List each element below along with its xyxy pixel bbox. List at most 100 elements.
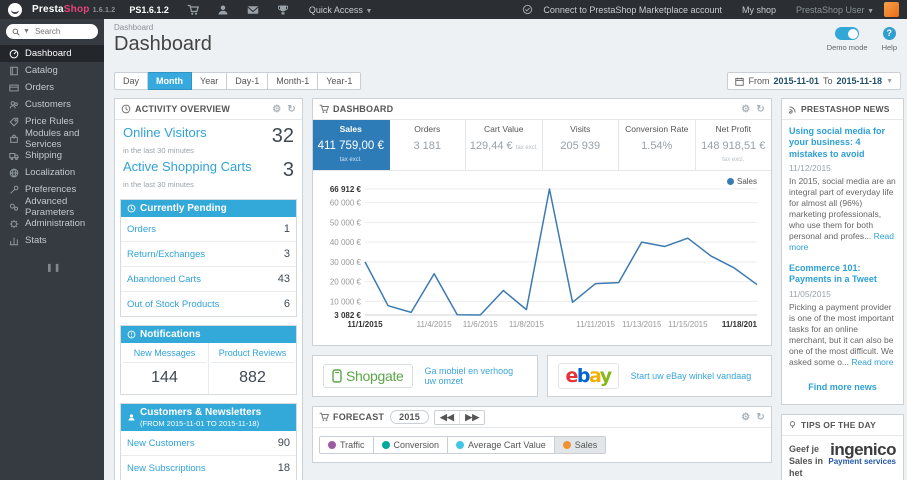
news-article: Ecommerce 101: Payments in a Tweet 11/05…: [789, 263, 896, 368]
sidebar-item-stats[interactable]: Stats: [0, 232, 104, 249]
sidebar-item-advanced-parameters[interactable]: Advanced Parameters: [0, 196, 104, 218]
sidebar-item-orders[interactable]: Orders: [0, 79, 104, 96]
date-range-toolbar: Day Month Year Day-1 Month-1 Year-1 From…: [114, 72, 901, 90]
svg-text:11/4/2015: 11/4/2015: [417, 320, 453, 329]
svg-text:50 000 €: 50 000 €: [330, 218, 362, 227]
forecast-year[interactable]: 2015: [390, 410, 429, 424]
forecast-conversion-button[interactable]: Conversion: [373, 436, 449, 454]
customer-icon: [128, 414, 135, 421]
dashboard-icon: [9, 49, 19, 58]
cart-icon[interactable]: [187, 4, 199, 16]
sidebar-collapse-icon[interactable]: ❚❚: [46, 263, 60, 272]
kpi-conversion-rate[interactable]: Conversion Rate 1.54%: [619, 120, 696, 170]
news-article-title[interactable]: Ecommerce 101: Payments in a Tweet: [789, 263, 896, 286]
new-customers-row: New Customers 90: [121, 431, 296, 456]
panel-refresh-icon[interactable]: ↻: [756, 412, 765, 423]
kpi-net-profit[interactable]: Net Profit 148 918,51 € tax excl.: [696, 120, 772, 170]
forecast-sales-button[interactable]: Sales: [554, 436, 607, 454]
module-promos: Shopgate Ga mobiel en verhoog uw omzet e…: [312, 355, 772, 397]
svg-text:10 000 €: 10 000 €: [330, 297, 362, 306]
dashboard-panel: DASHBOARD ⚙ ↻ Sales 411 759,00 € tax exc…: [312, 98, 772, 346]
help-control: ? Help: [882, 27, 897, 52]
quick-access-menu[interactable]: Quick Access ▼: [309, 5, 372, 15]
panel-refresh-icon[interactable]: ↻: [756, 104, 765, 115]
active-carts-value: 3: [282, 159, 294, 181]
news-article-title[interactable]: Using social media for your business: 4 …: [789, 126, 896, 160]
page-title: Dashboard: [114, 33, 212, 55]
online-visitors-link[interactable]: Online Visitors: [123, 125, 207, 140]
period-month-button[interactable]: Month: [148, 72, 193, 90]
sidebar-item-modules[interactable]: Modules and Services: [0, 128, 104, 150]
panel-refresh-icon[interactable]: ↻: [287, 104, 296, 115]
search-scope-caret[interactable]: ▼: [23, 28, 30, 35]
user-menu[interactable]: PrestaShop User ▼: [796, 5, 874, 15]
credit-card-icon: [9, 84, 19, 91]
gears-icon: [9, 203, 19, 211]
panel-settings-icon[interactable]: ⚙: [741, 104, 750, 115]
kpi-sales[interactable]: Sales 411 759,00 € tax excl.: [313, 120, 390, 170]
topbar: PrestaShop 1.6.1.2 PS1.6.1.2 Quick Acces…: [0, 0, 907, 19]
pending-row-abandoned-carts: Abandoned Carts 43: [121, 267, 296, 292]
user-avatar[interactable]: [884, 2, 899, 17]
period-year-1-button[interactable]: Year-1: [318, 72, 362, 90]
help-icon[interactable]: ?: [882, 27, 896, 40]
ebay-link[interactable]: Start uw eBay winkel vandaag: [631, 371, 752, 381]
svg-text:11/1/2015: 11/1/2015: [347, 320, 383, 329]
svg-text:11/18/201: 11/18/201: [722, 320, 758, 329]
new-messages-cell: New Messages 144: [121, 343, 209, 394]
kpi-visits[interactable]: Visits 205 939: [543, 120, 619, 170]
svg-text:20 000 €: 20 000 €: [330, 278, 362, 287]
forecast-avg-cart-button[interactable]: Average Cart Value: [448, 436, 555, 454]
read-more-link[interactable]: Read more: [851, 357, 893, 367]
sales-chart: Sales 3 082 € 10 000 € 20 000 € 30 000 € 40 …: [313, 171, 771, 345]
sidebar-item-catalog[interactable]: Catalog: [0, 62, 104, 79]
marketplace-link[interactable]: Connect to PrestaShop Marketplace accoun…: [543, 5, 722, 15]
kpi-cart-value[interactable]: Cart Value 129,44 € tax excl.: [466, 120, 543, 170]
search-input[interactable]: [32, 26, 89, 37]
sidebar-item-localization[interactable]: Localization: [0, 164, 104, 181]
period-day-1-button[interactable]: Day-1: [227, 72, 269, 90]
svg-text:30 000 €: 30 000 €: [330, 258, 362, 267]
ebay-logo: ebay: [557, 363, 619, 389]
sidebar-item-administration[interactable]: Administration: [0, 215, 104, 232]
period-day-button[interactable]: Day: [114, 72, 149, 90]
forecast-panel: FORECAST 2015 ◀◀ ▶▶ ⚙ ↻ Traffic Conversi…: [312, 406, 772, 463]
panel-settings-icon[interactable]: ⚙: [272, 104, 281, 115]
kpi-orders[interactable]: Orders 3 181: [390, 120, 466, 170]
trophy-icon[interactable]: [277, 4, 289, 16]
activity-panel-title: ACTIVITY OVERVIEW: [135, 104, 231, 114]
sidebar-item-dashboard[interactable]: Dashboard: [0, 45, 104, 62]
demo-mode-toggle[interactable]: [835, 27, 860, 40]
panel-settings-icon[interactable]: ⚙: [741, 412, 750, 423]
active-carts-link[interactable]: Active Shopping Carts: [123, 159, 252, 174]
shopgate-link[interactable]: Ga mobiel en verhoog uw omzet: [425, 366, 527, 386]
forecast-traffic-button[interactable]: Traffic: [319, 436, 374, 454]
mail-icon[interactable]: [247, 4, 259, 16]
sidebar-item-shipping[interactable]: Shipping: [0, 147, 104, 164]
pending-row-out-of-stock: Out of Stock Products 6: [127, 298, 290, 310]
period-month-1-button[interactable]: Month-1: [268, 72, 319, 90]
dashboard-cart-icon: [319, 104, 329, 113]
book-icon: [10, 66, 18, 75]
my-shop-link[interactable]: My shop: [742, 5, 776, 15]
new-subscriptions-row: New Subscriptions 18: [121, 456, 296, 480]
sidebar-item-customers[interactable]: Customers: [0, 96, 104, 113]
period-year-button[interactable]: Year: [192, 72, 228, 90]
demo-mode-control: Demo mode: [827, 27, 868, 52]
sidebar-search[interactable]: ▼: [6, 24, 98, 39]
kpi-strip: Sales 411 759,00 € tax excl. Orders 3 18…: [313, 120, 771, 171]
forecast-cart-icon: [319, 412, 329, 421]
chart-legend[interactable]: Sales: [726, 177, 757, 186]
forecast-legend: Traffic Conversion Average Cart Value Sa…: [313, 428, 771, 462]
shopgate-logo: Shopgate: [323, 364, 413, 388]
breadcrumb[interactable]: Dashboard: [104, 19, 907, 32]
date-range-picker[interactable]: From 2015-11-01 To 2015-11-18 ▼: [727, 72, 901, 90]
forecast-panel-title: FORECAST: [333, 412, 385, 422]
search-icon: [12, 28, 20, 36]
forecast-prev-button[interactable]: ◀◀: [434, 410, 461, 424]
find-more-news-link[interactable]: Find more news: [789, 378, 896, 400]
globe-icon: [9, 167, 19, 178]
user-icon[interactable]: [217, 4, 229, 16]
news-panel-title: PRESTASHOP NEWS: [801, 104, 890, 114]
forecast-next-button[interactable]: ▶▶: [460, 410, 485, 424]
